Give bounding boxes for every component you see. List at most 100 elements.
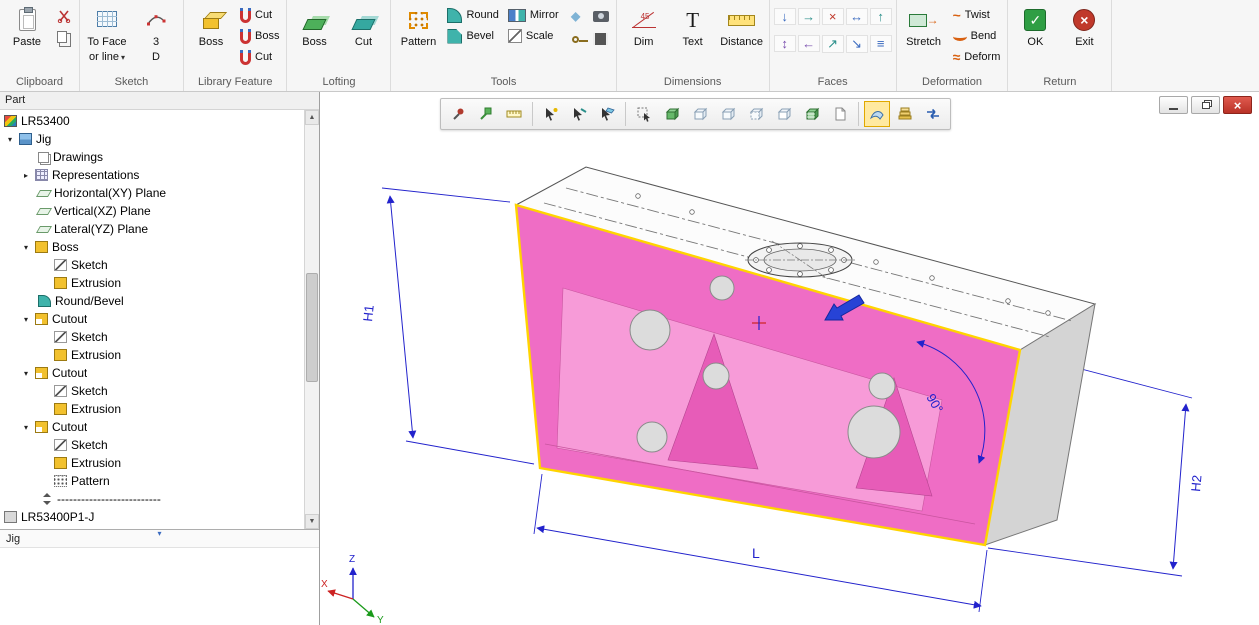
expander-icon[interactable]: ▾ [8, 135, 19, 144]
expander-icon[interactable]: ▾ [24, 243, 35, 252]
key-icon[interactable] [565, 28, 587, 50]
camera-icon[interactable] [590, 5, 612, 27]
solid-checker-icon[interactable] [799, 101, 825, 127]
exit-button[interactable]: × Exit [1061, 3, 1107, 49]
library-cut-button[interactable]: Cut [237, 5, 282, 25]
tree-item-boss[interactable]: ▾Boss [0, 238, 304, 256]
3d-viewport[interactable]: H1 H2 L 90° Z X Y [320, 92, 1259, 625]
distance-button[interactable]: Distance [719, 3, 765, 49]
sheet-icon[interactable] [827, 101, 853, 127]
solid-outline-icon-4[interactable] [771, 101, 797, 127]
offset-face-icon[interactable]: ↗ [822, 35, 844, 53]
lofting-boss-button[interactable]: Boss [291, 3, 337, 49]
to-face-or-line-button[interactable]: To Face or line▾ [84, 3, 130, 63]
paste-button[interactable]: Paste [4, 3, 50, 49]
library-boss-small-button[interactable]: Boss [237, 26, 282, 46]
mirror-button[interactable]: Mirror [505, 5, 562, 25]
expander-icon[interactable]: ▸ [24, 171, 35, 180]
dim-label-h1[interactable]: H1 [360, 304, 377, 322]
tree-item-extrusion[interactable]: Extrusion [0, 274, 304, 292]
bevel-button[interactable]: Bevel [444, 26, 501, 46]
film-icon[interactable] [590, 28, 612, 50]
dim-button[interactable]: 45 Dim [621, 3, 667, 49]
surface-icon[interactable] [864, 101, 890, 127]
twist-button[interactable]: ~Twist [950, 5, 1004, 25]
solid-outline-icon-3[interactable] [743, 101, 769, 127]
move-face-right-icon[interactable]: → [798, 8, 820, 25]
bend-button[interactable]: Bend [950, 26, 1004, 46]
resize-face-icon[interactable]: ↕ [774, 35, 796, 52]
pin-icon[interactable] [445, 101, 471, 127]
tree-item-separator[interactable]: -------------------------- [0, 490, 304, 508]
expander-icon[interactable]: ▾ [24, 369, 35, 378]
solid-outline-icon-2[interactable] [715, 101, 741, 127]
tree-item-part2[interactable]: LR53400P1-J [0, 508, 304, 526]
gem-icon[interactable]: ◆ [565, 5, 587, 27]
sketch-3d-button[interactable]: 3 D [133, 3, 179, 63]
stretch-button[interactable]: → Stretch [901, 3, 947, 49]
close-button[interactable]: × [1223, 96, 1252, 114]
tree-item-label: Sketch [71, 258, 108, 272]
tree-item-sketch[interactable]: Sketch [0, 256, 304, 274]
round-button[interactable]: Round [444, 5, 501, 25]
solid-outline-icon-1[interactable] [687, 101, 713, 127]
expander-icon[interactable]: ▾ [24, 423, 35, 432]
tree-item-extrusion[interactable]: Extrusion [0, 400, 304, 418]
tree-item-sketch[interactable]: Sketch [0, 328, 304, 346]
scroll-track[interactable] [305, 125, 319, 514]
tag-icon[interactable] [473, 101, 499, 127]
tree-item-pattern[interactable]: Pattern [0, 472, 304, 490]
tree-item-yz-plane[interactable]: Lateral(YZ) Plane [0, 220, 304, 238]
tree-item-cutout-2[interactable]: ▾Cutout [0, 364, 304, 382]
tree-item-root[interactable]: LR53400 [0, 112, 304, 130]
minimize-button[interactable] [1159, 96, 1188, 114]
cut-icon[interactable] [53, 5, 75, 27]
select-vertex-icon[interactable] [538, 101, 564, 127]
pattern-button[interactable]: Pattern [395, 3, 441, 49]
deform-button[interactable]: ≈Deform [950, 47, 1004, 67]
tree-item-cutout-1[interactable]: ▾Cutout [0, 310, 304, 328]
dim-label-h2[interactable]: H2 [1188, 474, 1204, 492]
text-button[interactable]: T Text [670, 3, 716, 49]
scroll-up-icon[interactable]: ▲ [305, 110, 319, 125]
tree-item-drawings[interactable]: Drawings [0, 148, 304, 166]
dim-label-l[interactable]: L [752, 545, 760, 561]
library-boss-button[interactable]: Boss [188, 3, 234, 49]
tree-item-xz-plane[interactable]: Vertical(XZ) Plane [0, 202, 304, 220]
tree-item-sketch[interactable]: Sketch [0, 436, 304, 454]
ok-button[interactable]: ✓ OK [1012, 3, 1058, 49]
copy-icon[interactable] [53, 28, 75, 50]
taper-face-icon[interactable]: ↘ [846, 35, 868, 53]
move-face-down-icon[interactable]: ↓ [774, 8, 796, 25]
scroll-down-icon[interactable]: ▼ [305, 514, 319, 529]
library-cut2-button[interactable]: Cut [237, 47, 282, 67]
tree-scrollbar[interactable]: ▲ ▼ [304, 110, 319, 529]
tree-item-extrusion[interactable]: Extrusion [0, 346, 304, 364]
expander-icon[interactable]: ▾ [24, 315, 35, 324]
orientation-swap-icon[interactable] [920, 101, 946, 127]
move-face-up-icon[interactable]: ↑ [870, 8, 892, 25]
lofting-cut-button[interactable]: Cut [340, 3, 386, 49]
drawings-stack-icon[interactable] [892, 101, 918, 127]
select-face-icon[interactable] [594, 101, 620, 127]
restore-button[interactable] [1191, 96, 1220, 114]
tree-item-round-bevel[interactable]: Round/Bevel [0, 292, 304, 310]
splitter-handle-icon[interactable]: ▾ [157, 529, 161, 538]
3d-viewport-canvas[interactable]: H1 H2 L 90° Z X Y [320, 92, 1258, 625]
tree-item-xy-plane[interactable]: Horizontal(XY) Plane [0, 184, 304, 202]
tree-item-extrusion[interactable]: Extrusion [0, 454, 304, 472]
tree-item-sketch[interactable]: Sketch [0, 382, 304, 400]
tree-item-cutout-3[interactable]: ▾Cutout [0, 418, 304, 436]
scroll-thumb[interactable] [306, 273, 318, 382]
match-face-icon[interactable]: ≡ [870, 35, 892, 52]
delete-face-icon[interactable]: × [822, 8, 844, 25]
pick-box-icon[interactable] [631, 101, 657, 127]
tree-item-representations[interactable]: ▸Representations [0, 166, 304, 184]
select-edge-icon[interactable] [566, 101, 592, 127]
scale-button[interactable]: Scale [505, 26, 562, 46]
ruler-icon[interactable] [501, 101, 527, 127]
move-face-left-icon[interactable]: ← [798, 35, 820, 52]
solid-shaded-icon[interactable] [659, 101, 685, 127]
tree-item-jig[interactable]: ▾Jig [0, 130, 304, 148]
stretch-face-icon[interactable]: ↔ [846, 8, 868, 25]
